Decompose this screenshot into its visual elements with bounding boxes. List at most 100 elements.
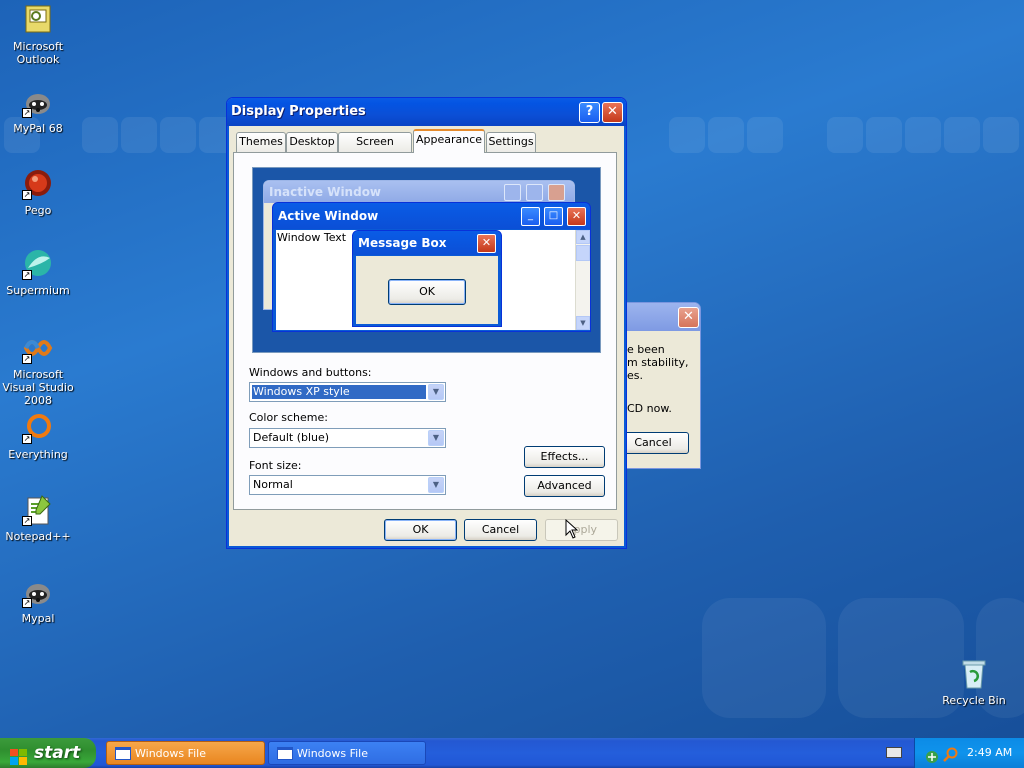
tab-themes[interactable]: Themes bbox=[236, 132, 286, 152]
shortcut-arrow-icon: ↗ bbox=[22, 516, 32, 526]
file-protection-text-3: es. bbox=[627, 369, 643, 382]
desktop-icon-visual-studio[interactable]: ↗ Microsoft Visual Studio 2008 bbox=[0, 332, 76, 407]
preview-maximize-icon bbox=[526, 184, 543, 201]
desktop-icon-label: Notepad++ bbox=[5, 530, 71, 543]
color-scheme-label: Color scheme: bbox=[249, 411, 328, 424]
desktop-icon-everything[interactable]: ↗ Everything bbox=[0, 412, 76, 461]
font-size-select[interactable]: Normal ▼ bbox=[249, 475, 446, 495]
windows-buttons-value: Windows XP style bbox=[252, 385, 426, 399]
preview-inactive-title: Inactive Window bbox=[269, 185, 382, 199]
windows-logo-icon bbox=[10, 745, 27, 765]
mouse-cursor-icon bbox=[565, 518, 579, 539]
everything-icon: ↗ bbox=[22, 412, 54, 444]
shortcut-arrow-icon: ↗ bbox=[22, 190, 32, 200]
pego-icon: ↗ bbox=[22, 168, 54, 200]
font-size-value: Normal bbox=[253, 478, 293, 491]
preview-message-title: Message Box bbox=[358, 236, 447, 250]
search-icon[interactable] bbox=[943, 745, 959, 762]
taskbar: start Windows File Protection Windows Fi… bbox=[0, 738, 1024, 768]
desktop-icon-outlook[interactable]: Microsoft Outlook bbox=[0, 4, 76, 66]
window-icon bbox=[277, 747, 293, 760]
desktop-icon-mypal[interactable]: ↗ Mypal bbox=[0, 576, 76, 625]
tab-screen-saver[interactable]: Screen Saver bbox=[338, 132, 412, 166]
network-icon[interactable] bbox=[925, 746, 939, 763]
color-scheme-value: Default (blue) bbox=[253, 431, 330, 444]
help-icon: ? bbox=[585, 104, 594, 119]
desktop-icon-label: MyPal 68 bbox=[13, 122, 63, 135]
taskbar-item-label: Windows File Protection bbox=[297, 747, 369, 760]
windows-buttons-label: Windows and buttons: bbox=[249, 366, 372, 379]
shortcut-arrow-icon: ↗ bbox=[22, 354, 32, 364]
file-protection-text-4: CD now. bbox=[627, 402, 672, 415]
help-button[interactable]: ? bbox=[579, 102, 600, 123]
shortcut-arrow-icon: ↗ bbox=[22, 598, 32, 608]
color-scheme-select[interactable]: Default (blue) ▼ bbox=[249, 428, 446, 448]
preview-scrollbar: ▲ ▼ bbox=[575, 230, 590, 330]
scroll-down-icon: ▼ bbox=[576, 316, 590, 330]
desktop-icon-label: Pego bbox=[24, 204, 52, 217]
desktop-icon-label: Mypal bbox=[21, 612, 55, 625]
font-size-label: Font size: bbox=[249, 459, 302, 472]
preview-close-icon bbox=[548, 184, 565, 201]
desktop-icon-mypal68[interactable]: ↗ MyPal 68 bbox=[0, 86, 76, 135]
preview-minimize-icon: _ bbox=[521, 207, 540, 226]
tab-desktop[interactable]: Desktop bbox=[286, 132, 338, 152]
outlook-icon bbox=[22, 4, 54, 36]
keyboard-icon[interactable] bbox=[886, 747, 902, 758]
chevron-down-icon[interactable]: ▼ bbox=[428, 384, 444, 400]
windows-buttons-select[interactable]: Windows XP style ▼ bbox=[249, 382, 446, 402]
system-tray: 2:49 AM bbox=[914, 738, 1024, 768]
apply-button[interactable]: Apply bbox=[545, 519, 618, 541]
cancel-button[interactable]: Cancel bbox=[464, 519, 537, 541]
start-button[interactable]: start bbox=[0, 738, 96, 768]
display-properties-window[interactable]: Display Properties ? ✕ Themes Desktop Sc… bbox=[226, 97, 627, 549]
effects-button[interactable]: Effects... bbox=[524, 446, 605, 468]
scroll-up-icon: ▲ bbox=[576, 230, 590, 244]
desktop-icon-label: Supermium bbox=[6, 284, 70, 297]
appearance-panel: Inactive Window Active Window _ □ ✕ Wind… bbox=[233, 152, 617, 510]
preview-ok-button: OK bbox=[388, 279, 466, 305]
tab-appearance[interactable]: Appearance bbox=[413, 129, 485, 153]
preview-minimize-icon bbox=[504, 184, 521, 201]
desktop-icon-recycle-bin[interactable]: Recycle Bin bbox=[936, 658, 1012, 707]
desktop-icon-label: Microsoft Outlook bbox=[12, 40, 64, 66]
supermium-icon: ↗ bbox=[22, 248, 54, 280]
desktop-icon-supermium[interactable]: ↗ Supermium bbox=[0, 248, 76, 297]
preview-maximize-icon: □ bbox=[544, 207, 563, 226]
notepadpp-icon: ↗ bbox=[22, 494, 54, 526]
chevron-down-icon[interactable]: ▼ bbox=[428, 430, 444, 446]
desktop-icon-notepadpp[interactable]: ↗ Notepad++ bbox=[0, 494, 76, 543]
desktop-icon-pego[interactable]: ↗ Pego bbox=[0, 168, 76, 217]
tab-settings[interactable]: Settings bbox=[486, 132, 536, 152]
taskbar-item-file-protection-2[interactable]: Windows File Protection bbox=[268, 741, 426, 765]
close-button[interactable]: ✕ bbox=[602, 102, 623, 123]
desktop-icon-label: Recycle Bin bbox=[942, 694, 1006, 707]
window-icon bbox=[115, 747, 131, 760]
preview-window-text: Window Text bbox=[277, 231, 347, 244]
ok-button[interactable]: OK bbox=[384, 519, 457, 541]
desktop-icon-label: Everything bbox=[8, 448, 68, 461]
desktop-icon-label: Microsoft Visual Studio 2008 bbox=[2, 368, 74, 407]
chevron-down-icon[interactable]: ▼ bbox=[428, 477, 444, 493]
close-icon: ✕ bbox=[607, 104, 618, 119]
preview-active-title: Active Window bbox=[278, 209, 379, 223]
appearance-preview: Inactive Window Active Window _ □ ✕ Wind… bbox=[252, 167, 601, 353]
advanced-button[interactable]: Advanced bbox=[524, 475, 605, 497]
shortcut-arrow-icon: ↗ bbox=[22, 270, 32, 280]
shortcut-arrow-icon: ↗ bbox=[22, 434, 32, 444]
taskbar-item-file-protection-1[interactable]: Windows File Protection bbox=[106, 741, 265, 765]
visual-studio-icon: ↗ bbox=[22, 332, 54, 364]
preview-message-box: Message Box ✕ OK bbox=[352, 230, 502, 327]
display-properties-titlebar[interactable]: Display Properties bbox=[227, 98, 626, 126]
preview-close-icon: ✕ bbox=[567, 207, 586, 226]
file-protection-cancel-button[interactable]: Cancel bbox=[617, 432, 689, 454]
close-icon: ✕ bbox=[683, 309, 694, 324]
clock[interactable]: 2:49 AM bbox=[967, 738, 1012, 768]
file-protection-text-1: e been bbox=[627, 343, 665, 356]
start-label: start bbox=[34, 743, 81, 763]
raccoon-icon: ↗ bbox=[22, 86, 54, 118]
preview-active-titlebar: Active Window bbox=[273, 203, 590, 229]
taskbar-item-label: Windows File Protection bbox=[135, 747, 207, 760]
file-protection-close-button[interactable]: ✕ bbox=[678, 307, 699, 328]
raccoon-icon: ↗ bbox=[22, 576, 54, 608]
